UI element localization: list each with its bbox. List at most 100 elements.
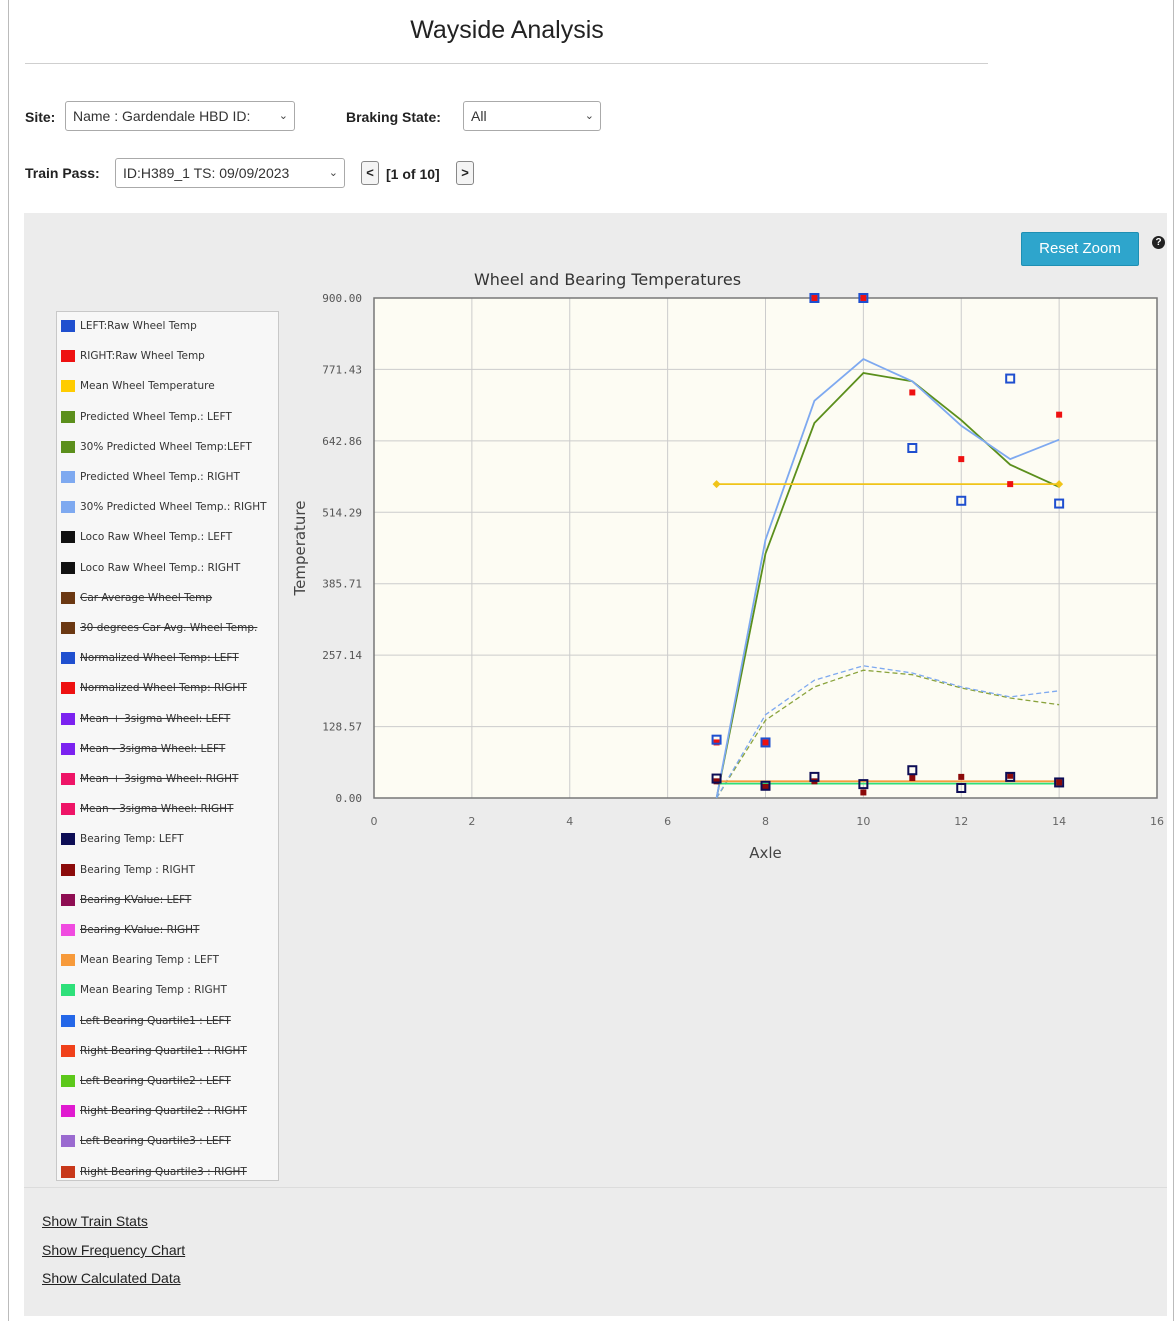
question-circle-icon[interactable]: ? [1152, 236, 1165, 249]
train-pass-value: ID:H389_1 TS: 09/09/2023 [123, 165, 290, 181]
show-frequency-chart-link[interactable]: Show Frequency Chart [42, 1242, 185, 1258]
legend-label: 30 degrees Car Avg. Wheel Temp. [80, 622, 258, 634]
legend-label: Mean Wheel Temperature [80, 380, 215, 393]
legend-label: Normalized Wheel Temp: RIGHT [80, 682, 247, 695]
legend-swatch [61, 1075, 75, 1087]
panel-divider [24, 1187, 1167, 1188]
legend-swatch [61, 1135, 75, 1148]
chart-legend: LEFT:Raw Wheel Temp RIGHT:Raw Wheel Temp M… [56, 311, 279, 1181]
legend-item[interactable]: RIGHT:Raw Wheel Temp [61, 348, 205, 364]
site-label: Site: [25, 109, 56, 125]
legend-item[interactable]: Mean Bearing Temp : RIGHT [61, 982, 227, 998]
legend-swatch [61, 833, 75, 846]
legend-item[interactable]: Normalized Wheel Temp: RIGHT [61, 680, 247, 696]
legend-swatch [61, 984, 75, 997]
legend-swatch [61, 561, 75, 574]
chevron-down-icon: ⌄ [584, 110, 594, 122]
legend-item[interactable]: Bearing KValue: LEFT [61, 892, 191, 908]
legend-swatch [61, 924, 75, 936]
reset-zoom-button[interactable]: Reset Zoom [1021, 232, 1139, 266]
legend-swatch [61, 350, 75, 363]
legend-label: Predicted Wheel Temp.: RIGHT [80, 471, 240, 483]
site-select[interactable]: Name : Gardendale HBD ID: ⌄ [65, 101, 295, 131]
legend-item[interactable]: Mean - 3sigma Wheel: RIGHT [61, 801, 233, 817]
legend-label: Left Bearing Quartile2 : LEFT [80, 1075, 231, 1087]
legend-label: Bearing KValue: LEFT [80, 893, 192, 906]
legend-item[interactable]: Predicted Wheel Temp.: RIGHT [61, 469, 240, 485]
legend-swatch [61, 652, 75, 665]
legend-item[interactable]: Mean Wheel Temperature [61, 378, 215, 394]
legend-label: Right Bearing Quartile1 : RIGHT [80, 1044, 247, 1057]
legend-label: 30% Predicted Wheel Temp.: RIGHT [80, 501, 267, 514]
braking-state-label: Braking State: [346, 109, 441, 125]
legend-label: Mean Bearing Temp : RIGHT [80, 984, 227, 997]
legend-item[interactable]: Right Bearing Quartile1 : RIGHT [61, 1043, 247, 1059]
legend-item[interactable]: Mean - 3sigma Wheel: LEFT [61, 741, 225, 757]
chevron-down-icon: ⌄ [278, 110, 288, 122]
legend-item[interactable]: Bearing KValue: RIGHT [61, 922, 199, 938]
legend-label: Mean - 3sigma Wheel: LEFT [80, 742, 226, 755]
legend-item[interactable]: Car Average Wheel Temp [61, 590, 212, 606]
legend-label: Normalized Wheel Temp: LEFT [80, 652, 239, 665]
legend-item[interactable]: Right Bearing Quartile2 : RIGHT [61, 1103, 247, 1119]
legend-item[interactable]: Left Bearing Quartile3 : LEFT [61, 1133, 231, 1149]
legend-swatch [61, 501, 75, 514]
legend-swatch [61, 591, 75, 604]
legend-label: Mean + 3sigma Wheel: RIGHT [80, 773, 239, 785]
legend-swatch [61, 380, 75, 393]
prev-pass-button[interactable]: < [361, 161, 379, 185]
legend-item[interactable]: LEFT:Raw Wheel Temp [61, 318, 197, 334]
legend-item[interactable]: Mean + 3sigma Wheel: LEFT [61, 711, 230, 727]
legend-item[interactable]: 30% Predicted Wheel Temp.: RIGHT [61, 499, 267, 515]
legend-swatch [61, 1105, 75, 1118]
legend-item[interactable]: 30 degrees Car Avg. Wheel Temp. [61, 620, 257, 636]
train-pass-label: Train Pass: [25, 165, 100, 181]
legend-label: LEFT:Raw Wheel Temp [80, 320, 197, 332]
legend-label: Right Bearing Quartile3 : RIGHT [80, 1165, 247, 1178]
legend-label: Mean + 3sigma Wheel: LEFT [80, 712, 231, 725]
legend-label: Mean Bearing Temp : LEFT [80, 954, 219, 967]
legend-swatch [61, 440, 75, 453]
show-calculated-data-link[interactable]: Show Calculated Data [42, 1270, 181, 1286]
legend-item[interactable]: Mean Bearing Temp : LEFT [61, 952, 219, 968]
legend-swatch [61, 954, 75, 967]
legend-item[interactable]: Predicted Wheel Temp.: LEFT [61, 409, 232, 425]
legend-swatch [61, 712, 75, 725]
chevron-down-icon: ⌄ [328, 167, 338, 179]
legend-label: Left Bearing Quartile1 : LEFT [80, 1014, 231, 1027]
legend-label: Loco Raw Wheel Temp.: RIGHT [80, 561, 241, 574]
legend-swatch [61, 410, 75, 423]
legend-item[interactable]: Loco Raw Wheel Temp.: RIGHT [61, 560, 240, 576]
legend-label: Bearing Temp: LEFT [80, 833, 184, 846]
legend-swatch [61, 1014, 75, 1027]
legend-swatch [61, 773, 75, 785]
legend-item[interactable]: Bearing Temp : RIGHT [61, 862, 195, 878]
next-pass-button[interactable]: > [456, 161, 474, 185]
site-select-value: Name : Gardendale HBD ID: [73, 108, 251, 124]
legend-swatch [61, 1165, 75, 1178]
page-title: Wayside Analysis [410, 16, 604, 44]
legend-item[interactable]: Left Bearing Quartile1 : LEFT [61, 1013, 231, 1029]
legend-swatch [61, 742, 75, 755]
legend-item[interactable]: Normalized Wheel Temp: LEFT [61, 650, 239, 666]
train-pass-select[interactable]: ID:H389_1 TS: 09/09/2023 ⌄ [115, 158, 345, 188]
show-train-stats-link[interactable]: Show Train Stats [42, 1213, 148, 1229]
legend-item[interactable]: Loco Raw Wheel Temp.: LEFT [61, 529, 232, 545]
legend-item[interactable]: Bearing Temp: LEFT [61, 831, 184, 847]
legend-swatch [61, 471, 75, 483]
legend-item[interactable]: Mean + 3sigma Wheel: RIGHT [61, 771, 238, 787]
legend-swatch [61, 320, 75, 332]
legend-item[interactable]: Left Bearing Quartile2 : LEFT [61, 1073, 231, 1089]
legend-label: Bearing Temp : RIGHT [80, 863, 196, 876]
legend-label: Loco Raw Wheel Temp.: LEFT [80, 531, 233, 544]
legend-label: RIGHT:Raw Wheel Temp [80, 350, 205, 363]
legend-label: Predicted Wheel Temp.: LEFT [80, 410, 232, 423]
legend-item[interactable]: 30% Predicted Wheel Temp:LEFT [61, 439, 252, 455]
legend-label: Right Bearing Quartile2 : RIGHT [80, 1105, 247, 1118]
pager-text: [1 of 10] [386, 166, 440, 182]
braking-state-select[interactable]: All ⌄ [463, 101, 601, 131]
legend-label: Left Bearing Quartile3 : LEFT [80, 1135, 231, 1148]
legend-label: Car Average Wheel Temp [80, 591, 213, 604]
legend-label: 30% Predicted Wheel Temp:LEFT [80, 440, 252, 453]
legend-item[interactable]: Right Bearing Quartile3 : RIGHT [61, 1164, 247, 1180]
